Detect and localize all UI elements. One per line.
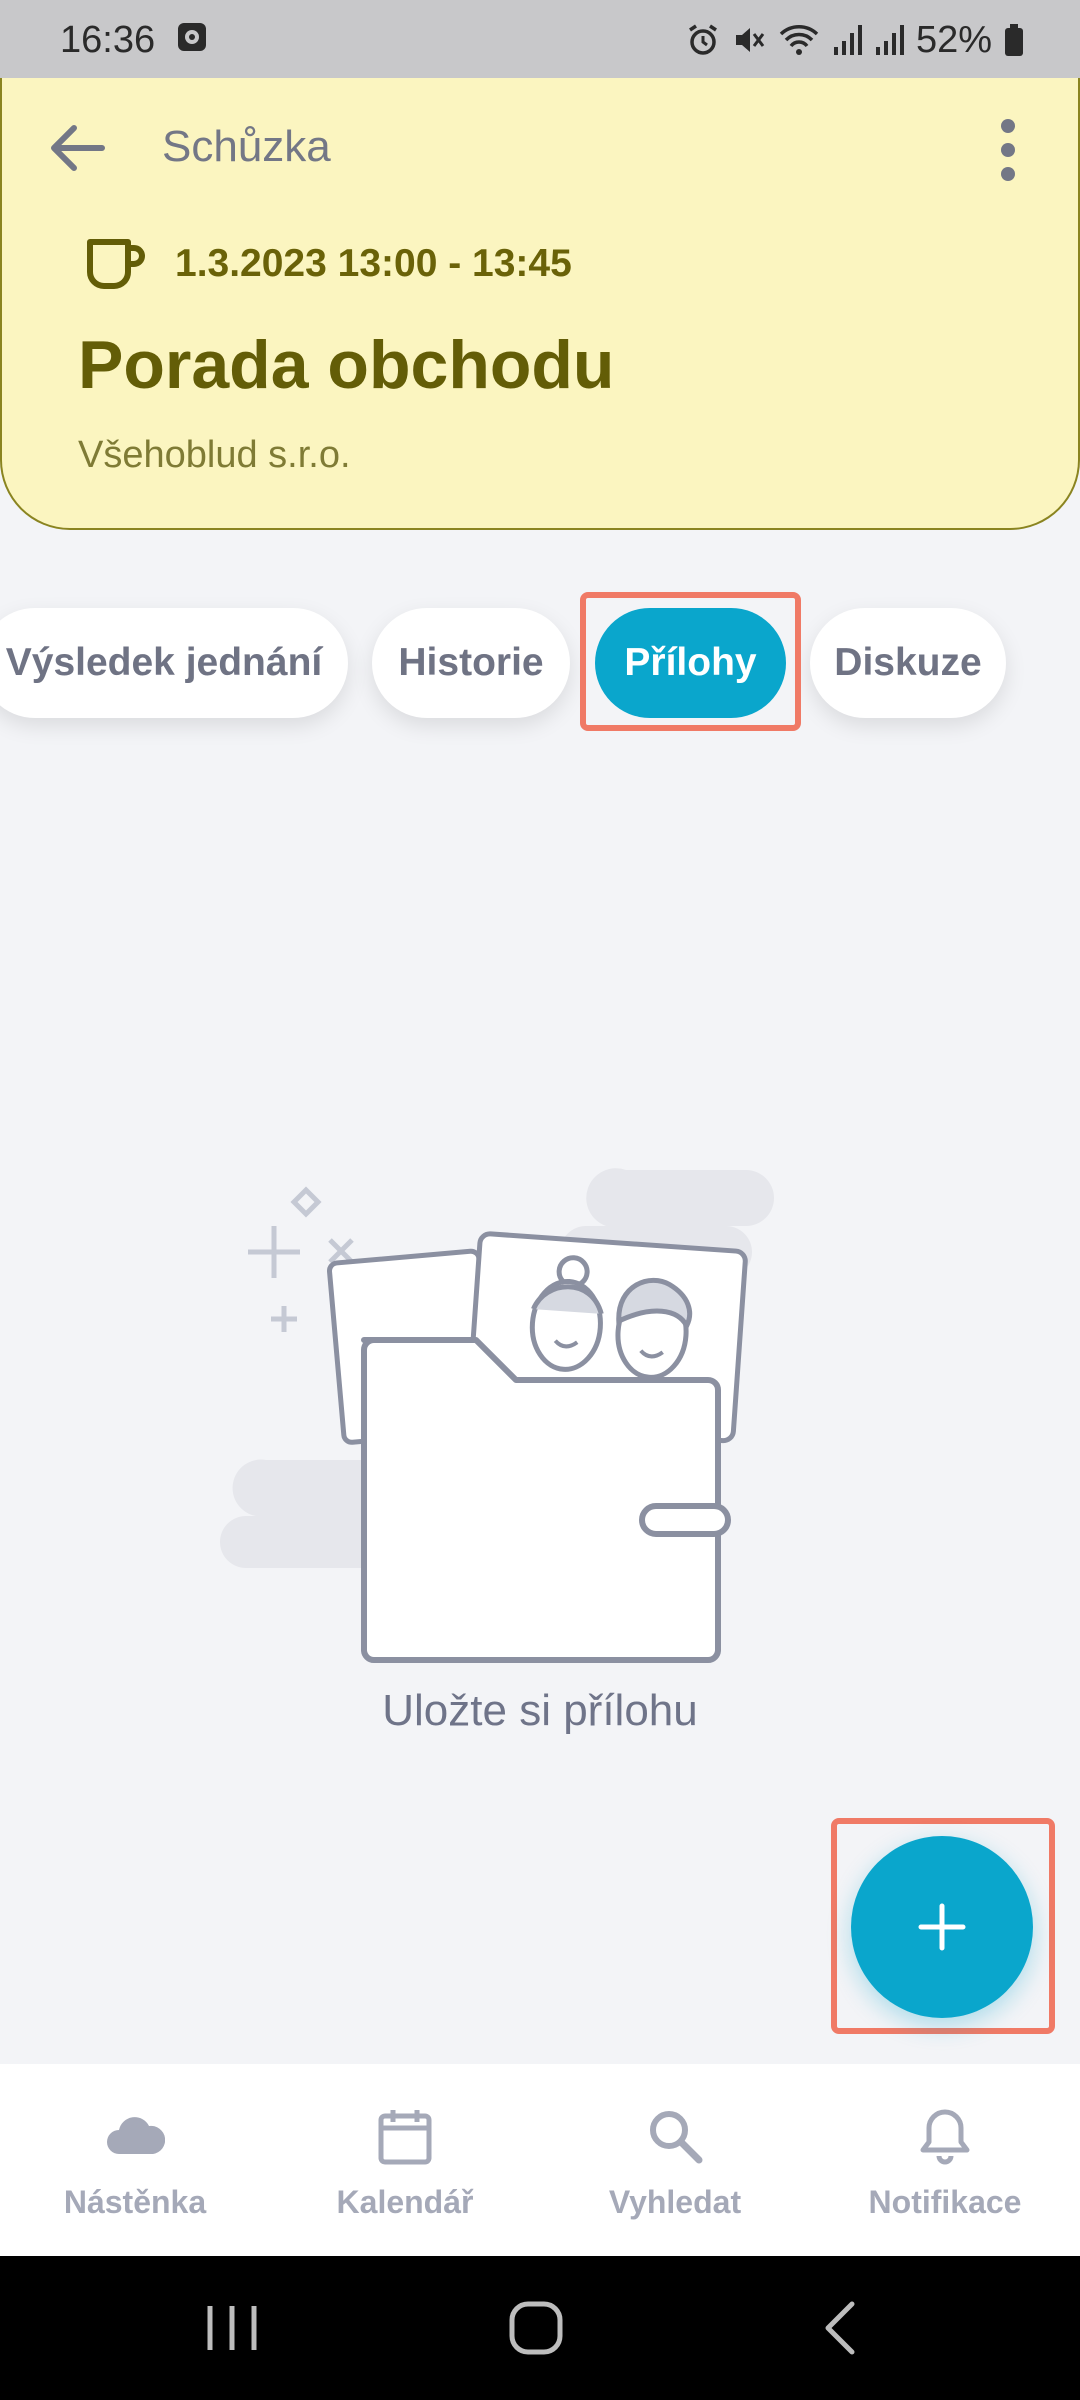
home-button[interactable] <box>506 2296 570 2365</box>
signal-icon <box>874 23 904 57</box>
tab-diskuze[interactable]: Diskuze <box>810 608 1006 718</box>
tab-label: Diskuze <box>834 641 982 684</box>
system-back-button[interactable] <box>814 2296 864 2365</box>
notification-icon <box>177 19 207 62</box>
meeting-company: Všehoblud s.r.o. <box>78 434 351 476</box>
recent-apps-icon <box>207 2306 257 2350</box>
alarm-icon <box>686 23 720 57</box>
tab-label: Historie <box>398 641 544 684</box>
more-options-button[interactable] <box>980 114 1036 186</box>
back-button[interactable] <box>44 114 112 182</box>
tab-label: Výsledek jednání <box>5 641 323 684</box>
meeting-time: 1.3.2023 13:00 - 13:45 <box>175 242 572 285</box>
battery-percent: 52% <box>915 18 992 61</box>
bell-icon <box>920 2109 970 2165</box>
nav-item-notifikace[interactable]: Notifikace <box>810 2064 1080 2256</box>
calendar-icon <box>378 2110 432 2165</box>
search-icon <box>650 2111 703 2164</box>
recent-apps-button[interactable] <box>204 2296 260 2365</box>
nav-label: Nástěnka <box>63 2184 207 2220</box>
back-arrow-icon <box>51 125 105 171</box>
nav-item-vyhledat[interactable]: Vyhledat <box>540 2064 810 2256</box>
plus-icon <box>918 1903 966 1951</box>
nav-label: Vyhledat <box>608 2184 742 2220</box>
nav-item-nastenka[interactable]: Nástěnka <box>0 2064 270 2256</box>
cloud-icon <box>107 2117 165 2154</box>
system-navigation-bar <box>0 2256 1080 2400</box>
tab-vysledek-jednani[interactable]: Výsledek jednání <box>0 608 348 718</box>
home-icon <box>509 2301 563 2355</box>
nav-label: Kalendář <box>336 2184 474 2220</box>
more-vertical-icon <box>1001 119 1015 181</box>
meeting-title: Porada obchodu <box>78 327 615 403</box>
tab-historie[interactable]: Historie <box>372 608 570 718</box>
page-title: Schůzka <box>162 122 331 171</box>
bottom-navigation: Nástěnka Kalendář Vyhledat Notifikace <box>0 2064 1080 2256</box>
tab-highlight-frame <box>580 592 801 731</box>
nav-item-kalendar[interactable]: Kalendář <box>270 2064 540 2256</box>
status-time: 16:36 <box>60 18 156 61</box>
empty-attachments-illustration <box>206 1130 886 1670</box>
signal-icon <box>832 23 862 57</box>
status-bar: 16:36 52% <box>0 0 1080 80</box>
battery-icon <box>1004 23 1024 57</box>
add-attachment-button[interactable] <box>851 1836 1033 2018</box>
empty-state-text: Uložte si přílohu <box>382 1686 698 1735</box>
wifi-icon <box>778 23 820 57</box>
coffee-cup-icon <box>84 236 148 294</box>
nav-label: Notifikace <box>868 2184 1022 2220</box>
system-back-icon <box>825 2301 855 2355</box>
mute-icon <box>732 23 766 57</box>
